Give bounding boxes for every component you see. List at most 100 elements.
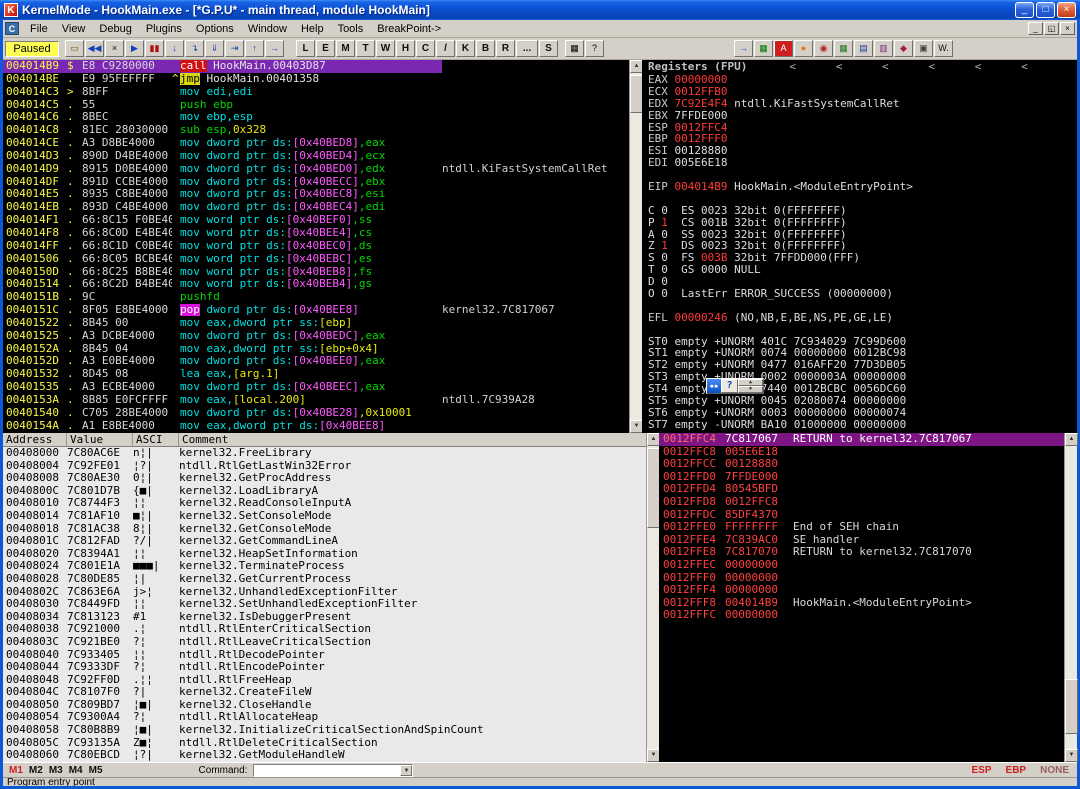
register-line[interactable] <box>642 324 1077 336</box>
disasm-row[interactable]: 004014D9. 8915 D0BE4000 mov dword ptr ds:[… <box>3 163 629 176</box>
dump-row[interactable]: 00408004 7C92FE01 ¦?| ntdll.RtlGetLastWin32… <box>3 460 646 473</box>
disassembly-scrollbar[interactable]: ▲ ▼ <box>629 60 643 433</box>
disasm-row[interactable]: 0040152A. 8B45 04 mov eax,dword ptr ss:[eb… <box>3 343 629 356</box>
dump-row[interactable]: 00408028 7C80DE85 ¦| kernel32.GetCurrentPro… <box>3 573 646 586</box>
windows-list-button[interactable]: ▦ <box>565 40 584 57</box>
disasm-row[interactable]: 004014FF. 66:8C1D C0BE4000 mov word ptr ds… <box>3 240 629 253</box>
restart-button[interactable]: ◀◀ <box>85 40 104 57</box>
disasm-row[interactable]: 004014D3. 890D D4BE4000 mov dword ptr ds:[… <box>3 150 629 163</box>
disasm-row[interactable]: 004014E5. 8935 C8BE4000 mov dword ptr ds:[… <box>3 188 629 201</box>
toolbar-letter-e[interactable]: E <box>316 40 335 57</box>
menu-item-window[interactable]: Window <box>241 22 294 36</box>
register-line[interactable]: D 0 <box>642 276 1077 288</box>
disasm-row[interactable]: 00401525. A3 DCBE4000 mov dword ptr ds:[0x… <box>3 330 629 343</box>
dump-row[interactable]: 00408054 7C9300A4 ?¦ ntdll.RtlAllocateHeap <box>3 711 646 724</box>
disasm-row[interactable]: 0040151C. 8F05 E8BE4000 pop dword ptr ds:[… <box>3 304 629 317</box>
dump-row[interactable]: 00408024 7C801E1A ■■■| kernel32.TerminatePr… <box>3 560 646 573</box>
stack-row[interactable]: 0012FFCC 00128880 <box>659 458 1064 471</box>
dump-row[interactable]: 0040804C 7C8107F0 ?| kernel32.CreateFileW <box>3 686 646 699</box>
register-line[interactable]: ESI 00128880 <box>642 145 1077 157</box>
register-line[interactable]: ST6 empty +UNORM 0003 00000000 00000074 <box>642 407 1077 419</box>
menu-item-breakpoint[interactable]: BreakPoint-> <box>370 22 448 36</box>
mark-label-m1[interactable]: M1 <box>9 765 23 776</box>
register-line[interactable]: EBX 7FFDE000 <box>642 110 1077 122</box>
register-line[interactable]: EAX 00000000 <box>642 74 1077 86</box>
dump-column-header[interactable]: Value <box>67 433 133 446</box>
register-line[interactable]: ST7 empty -UNORM BA10 01000000 00000000 <box>642 419 1077 431</box>
stack-row[interactable]: 0012FFD8 0012FFC8 <box>659 496 1064 509</box>
register-line[interactable]: T 0 GS 0000 NULL <box>642 264 1077 276</box>
spin-down-icon[interactable]: ▼ <box>738 386 763 393</box>
dropdown-arrow-icon[interactable]: ▼ <box>400 764 413 776</box>
mini-spinner[interactable]: ▲ ▼ <box>738 379 763 393</box>
dump-row[interactable]: 0040805C 7C93135A Z■¦ ntdll.RtlDeleteCritic… <box>3 737 646 750</box>
mark-label-m2[interactable]: M2 <box>29 765 43 776</box>
disasm-row[interactable]: 0040154A. A1 E8BE4000 mov eax,dword ptr ds… <box>3 420 629 433</box>
stack-row[interactable]: 0012FFFC 00000000 <box>659 609 1064 622</box>
plugin-diamond-button[interactable]: ◆ <box>894 40 913 57</box>
stack-row[interactable]: 0012FFEC 00000000 <box>659 559 1064 572</box>
stack-scrollbar[interactable]: ▲ ▼ <box>1064 433 1078 762</box>
toolbar-letter-k[interactable]: K <box>456 40 475 57</box>
scroll-up-icon[interactable]: ▲ <box>1065 433 1078 446</box>
step-over-button[interactable]: ↴ <box>185 40 204 57</box>
stack-row[interactable]: 0012FFE4 7C839AC0 SE handler <box>659 534 1064 547</box>
plugin-orange-dot-button[interactable]: ● <box>794 40 813 57</box>
disasm-row[interactable]: 004014BE. E9 95FEFFFF ^ jmp HookMain.004013… <box>3 72 629 86</box>
until-return-button[interactable]: ↑ <box>245 40 264 57</box>
menu-item-plugins[interactable]: Plugins <box>139 22 189 36</box>
command-combobox[interactable]: ▼ <box>253 763 414 777</box>
disasm-row[interactable]: 004014CE. A3 D8BE4000 mov dword ptr ds:[0x… <box>3 137 629 150</box>
step-into-button[interactable]: ↓ <box>165 40 184 57</box>
disasm-row[interactable]: 00401506. 66:8C05 BCBE4000 mov word ptr ds… <box>3 253 629 266</box>
dump-row[interactable]: 00408008 7C80AE30 0¦| kernel32.GetProcAddre… <box>3 472 646 485</box>
close-button[interactable]: × <box>1057 2 1076 18</box>
register-line[interactable]: O 0 LastErr ERROR_SUCCESS (00000000) <box>642 288 1077 300</box>
mdi-restore-button[interactable]: ◱ <box>1044 22 1059 35</box>
goto-button[interactable]: → <box>265 40 284 57</box>
dump-row[interactable]: 00408058 7C80B8B9 ¦■| kernel32.InitializeCr… <box>3 724 646 737</box>
dump-row[interactable]: 00408040 7C933405 ¦¦ ntdll.RtlDecodePointer <box>3 649 646 662</box>
stack-row[interactable]: 0012FFF4 00000000 <box>659 584 1064 597</box>
toolbar-letter-s[interactable]: S <box>539 40 558 57</box>
disasm-row[interactable]: 0040151B. 9C pushfd <box>3 291 629 304</box>
trace-into-button[interactable]: ⇓ <box>205 40 224 57</box>
register-line[interactable]: A 0 SS 0023 32bit 0(FFFFFFFF) <box>642 229 1077 241</box>
register-line[interactable]: EBP 0012FFF0 <box>642 133 1077 145</box>
mark-label-m5[interactable]: M5 <box>89 765 103 776</box>
toolbar-letter-b[interactable]: B <box>476 40 495 57</box>
dump-row[interactable]: 00408060 7C80EBCD ¦?| kernel32.GetModuleHan… <box>3 749 646 762</box>
scroll-thumb[interactable] <box>1065 679 1078 734</box>
scroll-down-icon[interactable]: ▼ <box>1065 749 1078 762</box>
dump-row[interactable]: 00408000 7C80AC6E n¦| kernel32.FreeLibrary <box>3 447 646 460</box>
toolbar-letter-m[interactable]: M <box>336 40 355 57</box>
mini-toolbar-grip[interactable]: ▪▪ <box>707 379 721 393</box>
toolbar-letter-dots[interactable]: ... <box>516 40 538 57</box>
registers-chevrons[interactable]: < < < < < < <box>789 60 1027 74</box>
stack-row[interactable]: 0012FFF8 004014B9 HookMain.<ModuleEntryPoi… <box>659 597 1064 610</box>
dump-column-header[interactable]: Address <box>3 433 67 446</box>
register-line[interactable]: ESP 0012FFC4 <box>642 122 1077 134</box>
register-line[interactable]: ST2 empty +UNORM 0477 016AFF20 77D3DB05 <box>642 359 1077 371</box>
plugin-w-button[interactable]: W. <box>934 40 953 57</box>
plugin-arrow-button[interactable]: → <box>734 40 753 57</box>
dump-column-header[interactable]: Comment <box>179 433 646 446</box>
plugin-red-circle-button[interactable]: ◉ <box>814 40 833 57</box>
disasm-row[interactable]: 004014F1. 66:8C15 F0BE4000 mov word ptr ds… <box>3 214 629 227</box>
toolbar-letter-t[interactable]: T <box>356 40 375 57</box>
register-line[interactable]: EIP 004014B9 HookMain.<ModuleEntryPoint> <box>642 181 1077 193</box>
disasm-row[interactable]: 004014C5. 55 push ebp <box>3 99 629 112</box>
spin-up-icon[interactable]: ▲ <box>738 379 763 386</box>
disasm-row[interactable]: 0040150D. 66:8C25 B8BE4000 mov word ptr ds… <box>3 266 629 279</box>
register-line[interactable]: EDX 7C92E4F4 ntdll.KiFastSystemCallRet <box>642 98 1077 110</box>
plugin-a-button[interactable]: A <box>774 40 793 57</box>
minimize-button[interactable]: _ <box>1015 2 1034 18</box>
mdi-minimize-button[interactable]: _ <box>1028 22 1043 35</box>
stack-row[interactable]: 0012FFF0 00000000 <box>659 572 1064 585</box>
open-file-button[interactable]: ▭ <box>65 40 84 57</box>
cpu-child-icon[interactable]: C <box>5 22 19 35</box>
stack-row[interactable]: 0012FFD4 80545BFD <box>659 483 1064 496</box>
dump-row[interactable]: 00408038 7C921000 .¦ ntdll.RtlEnterCritical… <box>3 623 646 636</box>
disasm-row[interactable]: 004014B9 $ E8 C9280000 call HookMain.00403D… <box>3 60 629 73</box>
dump-row[interactable]: 0040802C 7C863E6A j>¦ kernel32.UnhandledExc… <box>3 586 646 599</box>
